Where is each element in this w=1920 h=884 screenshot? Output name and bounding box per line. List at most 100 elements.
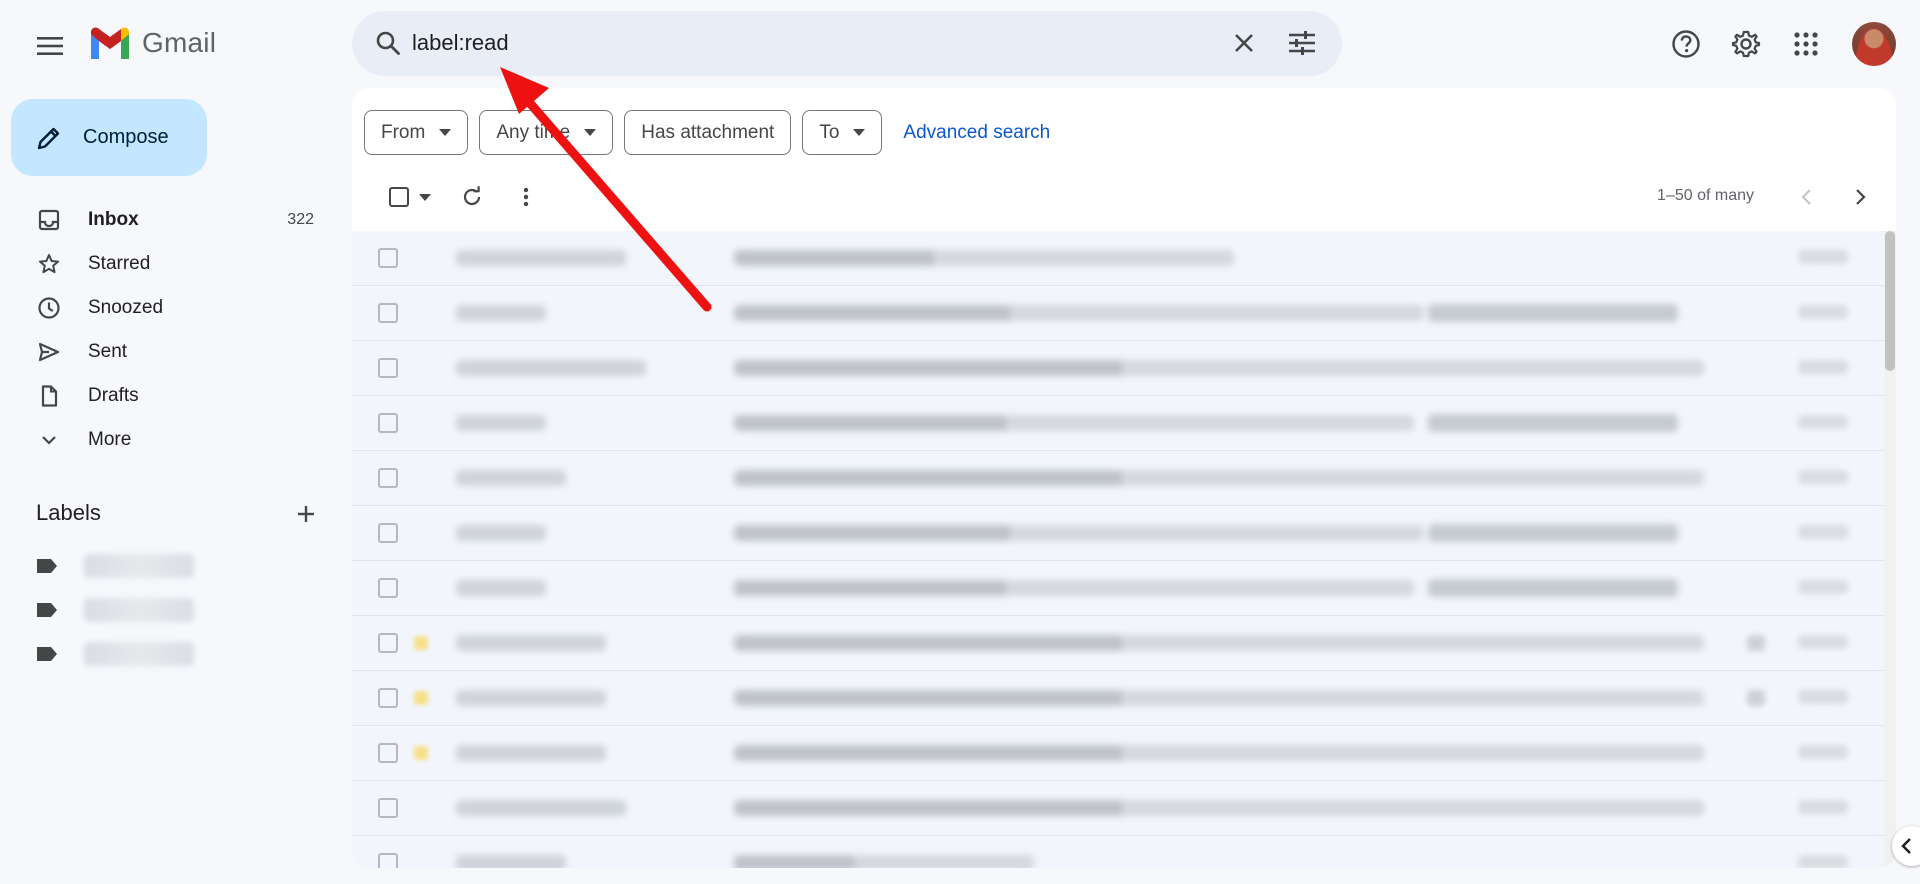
- sidebar-nav: Inbox 322 Starred Snoozed Sent Drafts Mo…: [0, 198, 330, 462]
- star-icon[interactable]: [414, 691, 428, 705]
- row-checkbox[interactable]: [378, 248, 398, 268]
- label-tag-icon: [37, 647, 57, 661]
- sidebar-item-more[interactable]: More: [0, 418, 330, 462]
- message-row[interactable]: [352, 781, 1884, 836]
- attachment-icon: [1747, 690, 1765, 706]
- pencil-icon: [37, 127, 60, 149]
- newer-page-button[interactable]: [1784, 175, 1828, 219]
- refresh-button[interactable]: [450, 175, 494, 219]
- compose-button[interactable]: Compose: [11, 99, 207, 176]
- message-row[interactable]: [352, 451, 1884, 506]
- sender-redacted: [456, 690, 606, 706]
- row-checkbox[interactable]: [378, 798, 398, 818]
- sender-redacted: [456, 470, 566, 486]
- message-row[interactable]: [352, 726, 1884, 781]
- google-apps-button[interactable]: [1782, 20, 1830, 68]
- date-redacted: [1798, 305, 1848, 319]
- support-button[interactable]: [1662, 20, 1710, 68]
- to-filter-chip[interactable]: To: [802, 110, 883, 155]
- message-row[interactable]: [352, 561, 1884, 616]
- inbox-icon: [36, 207, 62, 233]
- attachment-filter-chip[interactable]: Has attachment: [624, 110, 792, 155]
- message-list-panel: From Any time Has attachment To Advanced…: [352, 88, 1896, 868]
- subject-redacted: [734, 305, 1424, 321]
- row-checkbox[interactable]: [378, 743, 398, 763]
- subject-redacted: [734, 635, 1704, 651]
- account-avatar[interactable]: [1852, 22, 1896, 66]
- compose-label: Compose: [83, 126, 169, 148]
- date-redacted: [1798, 745, 1848, 759]
- chevron-right-icon: [1856, 189, 1866, 205]
- sidebar-item-drafts[interactable]: Drafts: [0, 374, 330, 418]
- search-options-button[interactable]: [1278, 19, 1326, 67]
- sidebar-item-starred[interactable]: Starred: [0, 242, 330, 286]
- message-row[interactable]: [352, 231, 1884, 286]
- sidebar-item-snoozed[interactable]: Snoozed: [0, 286, 330, 330]
- subject-redacted: [734, 745, 1704, 761]
- row-checkbox[interactable]: [378, 523, 398, 543]
- scrollbar-thumb[interactable]: [1885, 231, 1895, 371]
- menu-icon: [37, 37, 63, 55]
- chevron-left-icon: [1901, 838, 1911, 854]
- more-actions-button[interactable]: [504, 175, 548, 219]
- row-checkbox[interactable]: [378, 633, 398, 653]
- show-side-panel-button[interactable]: [1892, 826, 1920, 866]
- sender-redacted: [456, 745, 606, 761]
- row-checkbox[interactable]: [378, 303, 398, 323]
- help-icon: [1672, 30, 1700, 58]
- label-chip-redacted: [1428, 414, 1678, 432]
- settings-button[interactable]: [1722, 20, 1770, 68]
- clear-search-button[interactable]: [1220, 19, 1268, 67]
- row-checkbox[interactable]: [378, 688, 398, 708]
- message-row[interactable]: [352, 671, 1884, 726]
- label-chip-redacted: [1428, 579, 1678, 597]
- sidebar-item-label: Starred: [88, 253, 151, 274]
- search-input[interactable]: [412, 25, 1172, 61]
- subject-redacted: [734, 580, 1414, 596]
- date-redacted: [1798, 360, 1848, 374]
- message-row[interactable]: [352, 396, 1884, 451]
- message-row[interactable]: [352, 836, 1884, 868]
- chip-label: Has attachment: [641, 121, 775, 143]
- sender-redacted: [456, 415, 546, 431]
- sidebar-item-inbox[interactable]: Inbox 322: [0, 198, 330, 242]
- message-row[interactable]: [352, 286, 1884, 341]
- date-redacted: [1798, 635, 1848, 649]
- main-menu-button[interactable]: [26, 22, 74, 70]
- star-icon[interactable]: [414, 636, 428, 650]
- search-button[interactable]: [368, 23, 408, 63]
- message-row[interactable]: [352, 341, 1884, 396]
- sidebar-item-label: More: [88, 429, 132, 450]
- dropdown-arrow-icon: [419, 193, 431, 201]
- subject-redacted: [734, 415, 1414, 431]
- select-all-checkbox[interactable]: [380, 175, 440, 219]
- sidebar-label-item[interactable]: [36, 546, 194, 586]
- time-filter-chip[interactable]: Any time: [479, 110, 614, 155]
- older-page-button[interactable]: [1839, 175, 1883, 219]
- sidebar-label-item[interactable]: [36, 590, 194, 630]
- row-checkbox[interactable]: [378, 358, 398, 378]
- row-checkbox[interactable]: [378, 578, 398, 598]
- plus-icon: [298, 506, 314, 522]
- row-checkbox[interactable]: [378, 853, 398, 868]
- create-label-button[interactable]: [282, 490, 330, 538]
- row-checkbox[interactable]: [378, 413, 398, 433]
- from-filter-chip[interactable]: From: [364, 110, 469, 155]
- subject-redacted: [734, 360, 1704, 376]
- date-redacted: [1798, 800, 1848, 814]
- sidebar-label-item[interactable]: [36, 634, 194, 674]
- row-checkbox[interactable]: [378, 468, 398, 488]
- chip-label: To: [819, 121, 840, 143]
- message-row[interactable]: [352, 506, 1884, 561]
- advanced-search-link[interactable]: Advanced search: [903, 122, 1050, 144]
- clock-icon: [36, 295, 62, 321]
- message-row[interactable]: [352, 616, 1884, 671]
- chip-label: From: [381, 121, 426, 143]
- star-icon[interactable]: [414, 746, 428, 760]
- draft-icon: [36, 383, 62, 409]
- unread-count: 322: [287, 211, 314, 228]
- sidebar-item-sent[interactable]: Sent: [0, 330, 330, 374]
- sidebar-item-label: Sent: [88, 341, 128, 362]
- sender-redacted: [456, 525, 546, 541]
- gmail-logo[interactable]: Gmail: [88, 26, 216, 60]
